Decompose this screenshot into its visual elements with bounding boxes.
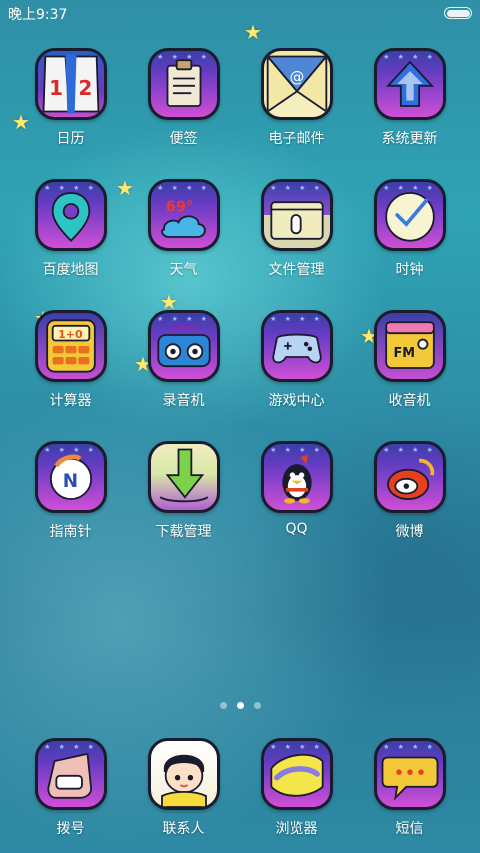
app-email[interactable]: @ 电子邮件	[240, 48, 353, 179]
app-compass[interactable]: ★ ★ ★ ★ N 指南针	[14, 441, 127, 572]
browser-icon: ★ ★ ★ ★	[260, 738, 333, 810]
app-label: 联系人	[162, 821, 205, 837]
app-label: 文件管理	[268, 262, 325, 278]
app-label: 时钟	[395, 262, 424, 278]
dock-app-phone[interactable]: ★ ★ ★ ★ 拨号	[14, 738, 127, 838]
weather-icon: ★ ★ ★ ★ 69°	[147, 179, 220, 251]
app-system-update[interactable]: ★ ★ ★ ★ 系统更新	[353, 48, 466, 179]
app-notes[interactable]: ★ ★ ★ ★ 便签	[127, 48, 240, 179]
app-download-manager[interactable]: 下载管理	[127, 441, 240, 572]
file-manager-icon: ★ ★ ★ ★	[260, 179, 333, 251]
contacts-icon	[147, 738, 220, 810]
app-label: 百度地图	[42, 262, 99, 278]
status-time: 晚上9:37	[8, 7, 68, 23]
app-calculator[interactable]: 1+0 计算器	[14, 310, 127, 441]
app-label: 游戏中心	[268, 393, 325, 409]
app-map[interactable]: ★ ★ ★ ★ 百度地图	[14, 179, 127, 310]
star-decoration-icon: ★	[244, 20, 262, 44]
download-icon	[147, 441, 220, 513]
app-label: QQ	[285, 521, 308, 537]
notes-icon: ★ ★ ★ ★	[147, 48, 220, 120]
dock-app-messages[interactable]: ★ ★ ★ ★ 短信	[353, 738, 466, 838]
app-radio[interactable]: FM 收音机	[353, 310, 466, 441]
app-label: 下载管理	[155, 524, 212, 540]
page-indicator	[0, 702, 480, 712]
email-icon: @	[260, 48, 333, 120]
app-label: 微博	[395, 524, 424, 540]
svg-text:N: N	[62, 471, 77, 492]
app-label: 系统更新	[381, 131, 438, 147]
app-label: 计算器	[49, 393, 92, 409]
app-clock[interactable]: ★ ★ ★ ★ 时钟	[353, 179, 466, 310]
calendar-icon: 1 2	[34, 48, 107, 120]
svg-text:FM: FM	[393, 346, 415, 361]
page-dot[interactable]	[219, 702, 227, 709]
app-label: 录音机	[162, 393, 205, 409]
app-file-manager[interactable]: ★ ★ ★ ★ 文件管理	[240, 179, 353, 310]
app-label: 天气	[169, 262, 198, 278]
clock-icon: ★ ★ ★ ★	[373, 179, 446, 251]
app-label: 收音机	[388, 393, 431, 409]
recorder-icon: ★ ★ ★ ★	[147, 310, 220, 382]
calculator-icon: 1+0	[34, 310, 107, 382]
svg-text:@: @	[289, 69, 304, 86]
app-calendar[interactable]: 1 2 日历	[14, 48, 127, 179]
page-dot-active[interactable]	[236, 702, 244, 709]
app-grid: 1 2 日历 ★ ★ ★ ★ 便签 @ 电子邮件 ★ ★ ★ ★ 系统更新 ★ …	[14, 48, 466, 572]
app-label: 电子邮件	[268, 131, 325, 147]
app-weather[interactable]: ★ ★ ★ ★ 69° 天气	[127, 179, 240, 310]
app-label: 便签	[169, 131, 198, 147]
dock-app-browser[interactable]: ★ ★ ★ ★ 浏览器	[240, 738, 353, 838]
dock-app-contacts[interactable]: 联系人	[127, 738, 240, 838]
app-label: 指南针	[49, 524, 92, 540]
page-dot[interactable]	[253, 702, 261, 709]
app-recorder[interactable]: ★ ★ ★ ★ 录音机	[127, 310, 240, 441]
app-weibo[interactable]: ★ ★ ★ ★ 微博	[353, 441, 466, 572]
app-game-center[interactable]: ★ ★ ★ ★ 游戏中心	[240, 310, 353, 441]
weibo-icon: ★ ★ ★ ★	[373, 441, 446, 513]
app-label: 拨号	[56, 821, 85, 837]
map-icon: ★ ★ ★ ★	[34, 179, 107, 251]
svg-text:69°: 69°	[165, 198, 193, 215]
messages-icon: ★ ★ ★ ★	[373, 738, 446, 810]
compass-icon: ★ ★ ★ ★ N	[34, 441, 107, 513]
radio-icon: FM	[373, 310, 446, 382]
gamepad-icon: ★ ★ ★ ★	[260, 310, 333, 382]
app-qq[interactable]: ★ ★ ★ ★ QQ	[240, 441, 353, 572]
qq-penguin-icon: ★ ★ ★ ★	[260, 441, 333, 513]
battery-icon	[444, 7, 472, 19]
svg-text:1: 1	[49, 76, 63, 100]
app-label: 浏览器	[275, 821, 318, 837]
svg-text:1+0: 1+0	[58, 328, 83, 341]
status-bar: 晚上9:37	[0, 0, 480, 26]
system-update-icon: ★ ★ ★ ★	[373, 48, 446, 120]
app-label: 短信	[395, 821, 424, 837]
dock: ★ ★ ★ ★ 拨号 联系人 ★ ★ ★ ★ 浏览器 ★ ★ ★ ★ 短信	[14, 738, 466, 838]
phone-icon: ★ ★ ★ ★	[34, 738, 107, 810]
app-label: 日历	[56, 131, 85, 147]
svg-text:2: 2	[78, 76, 92, 100]
